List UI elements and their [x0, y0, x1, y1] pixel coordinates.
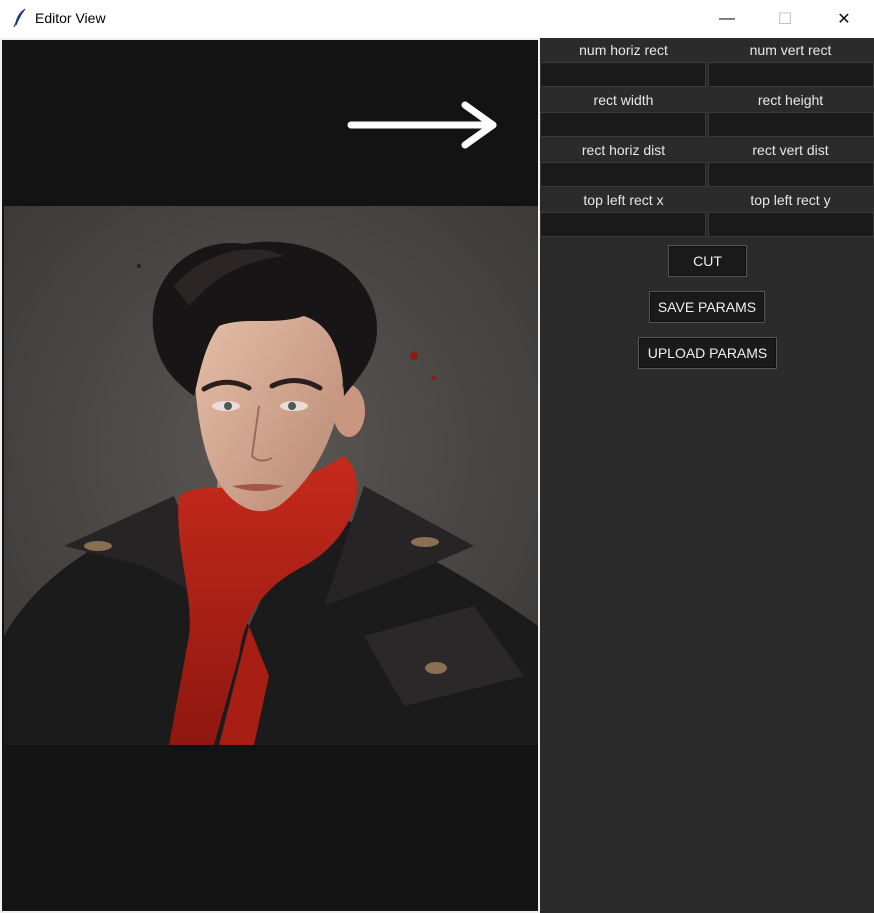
- window-title: Editor View: [35, 10, 106, 26]
- save-params-button[interactable]: SAVE PARAMS: [649, 291, 765, 323]
- num-vert-rect-input[interactable]: [708, 62, 874, 87]
- minimize-button[interactable]: —: [698, 0, 756, 38]
- num-horiz-rect-input[interactable]: [540, 62, 706, 87]
- top-left-rect-y-input[interactable]: [708, 212, 874, 237]
- minimize-icon: —: [719, 10, 735, 27]
- top-left-rect-x-label: top left rect x: [583, 192, 664, 208]
- top-left-rect-x-input[interactable]: [540, 212, 706, 237]
- rect-horiz-dist-input[interactable]: [540, 162, 706, 187]
- close-button[interactable]: ✕: [815, 0, 873, 38]
- close-icon: ✕: [837, 11, 851, 28]
- params-panel: num horiz rect num vert rect rect width …: [540, 38, 874, 913]
- rect-horiz-dist-label: rect horiz dist: [581, 142, 666, 158]
- editor-canvas[interactable]: [2, 40, 538, 911]
- portrait-image: [4, 206, 538, 745]
- feather-icon: [13, 8, 26, 28]
- rect-height-label: rect height: [757, 92, 824, 108]
- arrow-right-icon[interactable]: [347, 100, 502, 150]
- title-bar: Editor View — ☐ ✕: [0, 0, 874, 38]
- maximize-button[interactable]: ☐: [756, 0, 814, 38]
- cut-button[interactable]: CUT: [668, 245, 747, 277]
- num-vert-rect-label: num vert rect: [749, 42, 832, 58]
- num-horiz-rect-label: num horiz rect: [579, 42, 668, 58]
- rect-vert-dist-input[interactable]: [708, 162, 874, 187]
- rect-vert-dist-label: rect vert dist: [752, 142, 829, 158]
- upload-params-button[interactable]: UPLOAD PARAMS: [638, 337, 777, 369]
- maximize-icon: ☐: [777, 11, 793, 28]
- top-left-rect-y-label: top left rect y: [750, 192, 831, 208]
- rect-width-input[interactable]: [540, 112, 706, 137]
- rect-width-label: rect width: [593, 92, 654, 108]
- rect-height-input[interactable]: [708, 112, 874, 137]
